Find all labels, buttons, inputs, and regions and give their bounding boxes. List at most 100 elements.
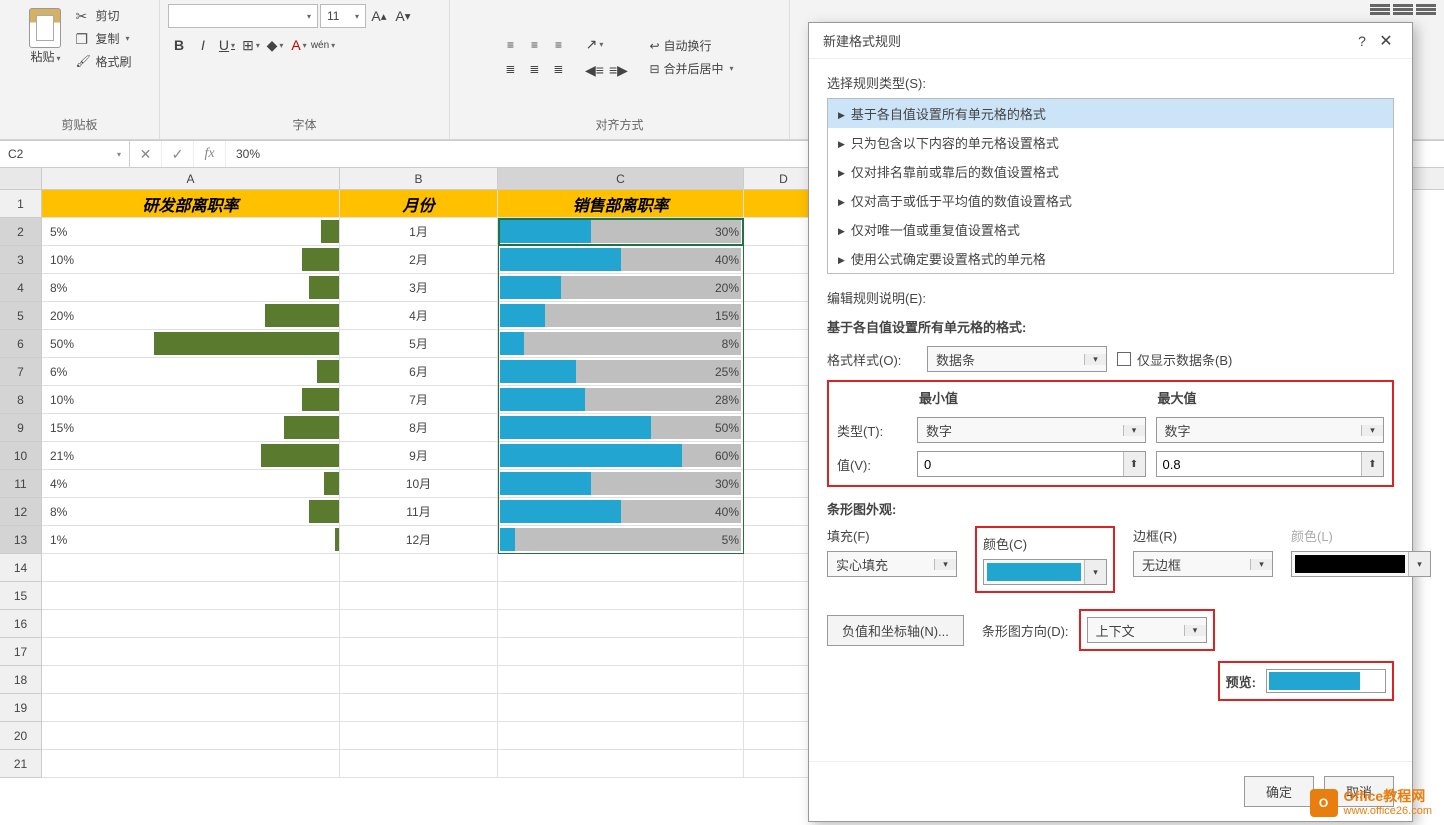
- cell[interactable]: 4%: [42, 470, 340, 498]
- cell[interactable]: 21%: [42, 442, 340, 470]
- fx-button[interactable]: fx: [194, 141, 226, 167]
- increase-indent-button[interactable]: ≡▶: [607, 59, 629, 81]
- enter-formula-button[interactable]: ✓: [162, 141, 194, 167]
- cell[interactable]: [498, 582, 744, 610]
- cell[interactable]: [42, 722, 340, 750]
- cell[interactable]: [42, 638, 340, 666]
- row-header[interactable]: 20: [0, 722, 41, 750]
- cell[interactable]: [340, 722, 498, 750]
- cancel-formula-button[interactable]: ✕: [130, 141, 162, 167]
- cell[interactable]: 40%: [498, 246, 744, 274]
- cell[interactable]: 2月: [340, 246, 498, 274]
- cell[interactable]: 50%: [498, 414, 744, 442]
- cell[interactable]: [340, 750, 498, 778]
- cell[interactable]: 1月: [340, 218, 498, 246]
- ref-max-button[interactable]: ⬆: [1361, 452, 1383, 476]
- cell[interactable]: 1%: [42, 526, 340, 554]
- ref-min-button[interactable]: ⬆: [1123, 452, 1145, 476]
- cell[interactable]: 8%: [498, 330, 744, 358]
- bold-button[interactable]: B: [168, 34, 190, 56]
- header-cell-c[interactable]: 销售部离职率: [498, 190, 744, 218]
- row-header[interactable]: 6: [0, 330, 41, 358]
- cell[interactable]: 50%: [42, 330, 340, 358]
- ok-button[interactable]: 确定: [1244, 776, 1314, 807]
- decrease-indent-button[interactable]: ◀≡: [583, 59, 605, 81]
- rule-type-item[interactable]: 仅对高于或低于平均值的数值设置格式: [828, 186, 1393, 215]
- neg-axis-button[interactable]: 负值和坐标轴(N)...: [827, 615, 964, 646]
- dialog-close-button[interactable]: ✕: [1374, 31, 1398, 51]
- align-right-button[interactable]: ≣: [547, 58, 569, 80]
- rule-type-item[interactable]: 仅对排名靠前或靠后的数值设置格式: [828, 157, 1393, 186]
- rule-type-item[interactable]: 只为包含以下内容的单元格设置格式: [828, 128, 1393, 157]
- col-header-c[interactable]: C: [498, 168, 744, 189]
- rule-type-item[interactable]: 基于各自值设置所有单元格的格式: [828, 99, 1393, 128]
- cell[interactable]: 15%: [498, 302, 744, 330]
- row-header[interactable]: 3: [0, 246, 41, 274]
- row-header[interactable]: 12: [0, 498, 41, 526]
- cell[interactable]: [498, 610, 744, 638]
- font-size-select[interactable]: 11▾: [320, 4, 366, 28]
- cell[interactable]: 5月: [340, 330, 498, 358]
- cell[interactable]: 11月: [340, 498, 498, 526]
- show-bar-only-checkbox[interactable]: 仅显示数据条(B): [1117, 350, 1232, 369]
- align-bottom-button[interactable]: ≡: [547, 34, 569, 56]
- header-cell-b[interactable]: 月份: [340, 190, 498, 218]
- wrap-text-button[interactable]: ↩自动换行: [643, 37, 739, 54]
- insert-cols-button[interactable]: [1393, 4, 1413, 22]
- cell[interactable]: [498, 554, 744, 582]
- bar-dir-select[interactable]: 上下文▾: [1087, 617, 1207, 643]
- cell[interactable]: 20%: [42, 302, 340, 330]
- increase-font-button[interactable]: A▴: [368, 5, 390, 27]
- cell[interactable]: [498, 750, 744, 778]
- cell[interactable]: 60%: [498, 442, 744, 470]
- cell[interactable]: 30%: [498, 218, 744, 246]
- align-left-button[interactable]: ≣: [499, 58, 521, 80]
- cell[interactable]: 8%: [42, 274, 340, 302]
- cell[interactable]: 30%: [498, 470, 744, 498]
- value-max-input[interactable]: ⬆: [1156, 451, 1385, 477]
- row-header[interactable]: 1: [0, 190, 41, 218]
- rule-type-item[interactable]: 使用公式确定要设置格式的单元格: [828, 244, 1393, 273]
- cell[interactable]: [340, 666, 498, 694]
- cell[interactable]: [340, 638, 498, 666]
- cell[interactable]: 28%: [498, 386, 744, 414]
- format-painter-button[interactable]: 格式刷: [71, 50, 135, 73]
- cell[interactable]: 4月: [340, 302, 498, 330]
- row-header[interactable]: 9: [0, 414, 41, 442]
- cell[interactable]: 6%: [42, 358, 340, 386]
- row-header[interactable]: 17: [0, 638, 41, 666]
- copy-button[interactable]: 复制▾: [71, 27, 135, 50]
- cell[interactable]: 6月: [340, 358, 498, 386]
- cell[interactable]: 12月: [340, 526, 498, 554]
- cell[interactable]: [42, 582, 340, 610]
- decrease-font-button[interactable]: A▾: [392, 5, 414, 27]
- fill-select[interactable]: 实心填充▾: [827, 551, 957, 577]
- format-button[interactable]: [1416, 4, 1436, 22]
- type-max-select[interactable]: 数字▾: [1156, 417, 1385, 443]
- style-select[interactable]: 数据条▾: [927, 346, 1107, 372]
- align-center-button[interactable]: ≣: [523, 58, 545, 80]
- name-box[interactable]: C2▾: [0, 141, 130, 167]
- font-family-select[interactable]: ▾: [168, 4, 318, 28]
- cell[interactable]: [340, 694, 498, 722]
- value-min-input[interactable]: ⬆: [917, 451, 1146, 477]
- cell[interactable]: [340, 582, 498, 610]
- cell[interactable]: [42, 554, 340, 582]
- phonetic-button[interactable]: wén▾: [312, 34, 334, 56]
- row-header[interactable]: 5: [0, 302, 41, 330]
- insert-rows-button[interactable]: [1370, 4, 1390, 22]
- cell[interactable]: 7月: [340, 386, 498, 414]
- cell[interactable]: 40%: [498, 498, 744, 526]
- type-min-select[interactable]: 数字▾: [917, 417, 1146, 443]
- row-header[interactable]: 18: [0, 666, 41, 694]
- row-header[interactable]: 21: [0, 750, 41, 778]
- orientation-button[interactable]: ↗▾: [583, 33, 605, 55]
- color-select[interactable]: ▾: [983, 559, 1107, 585]
- cell[interactable]: 10%: [42, 246, 340, 274]
- cell[interactable]: [42, 750, 340, 778]
- cell[interactable]: 25%: [498, 358, 744, 386]
- cell[interactable]: [498, 638, 744, 666]
- row-header[interactable]: 16: [0, 610, 41, 638]
- merge-center-button[interactable]: ⊟合并后居中▾: [643, 60, 739, 77]
- dialog-help-button[interactable]: ?: [1350, 33, 1374, 49]
